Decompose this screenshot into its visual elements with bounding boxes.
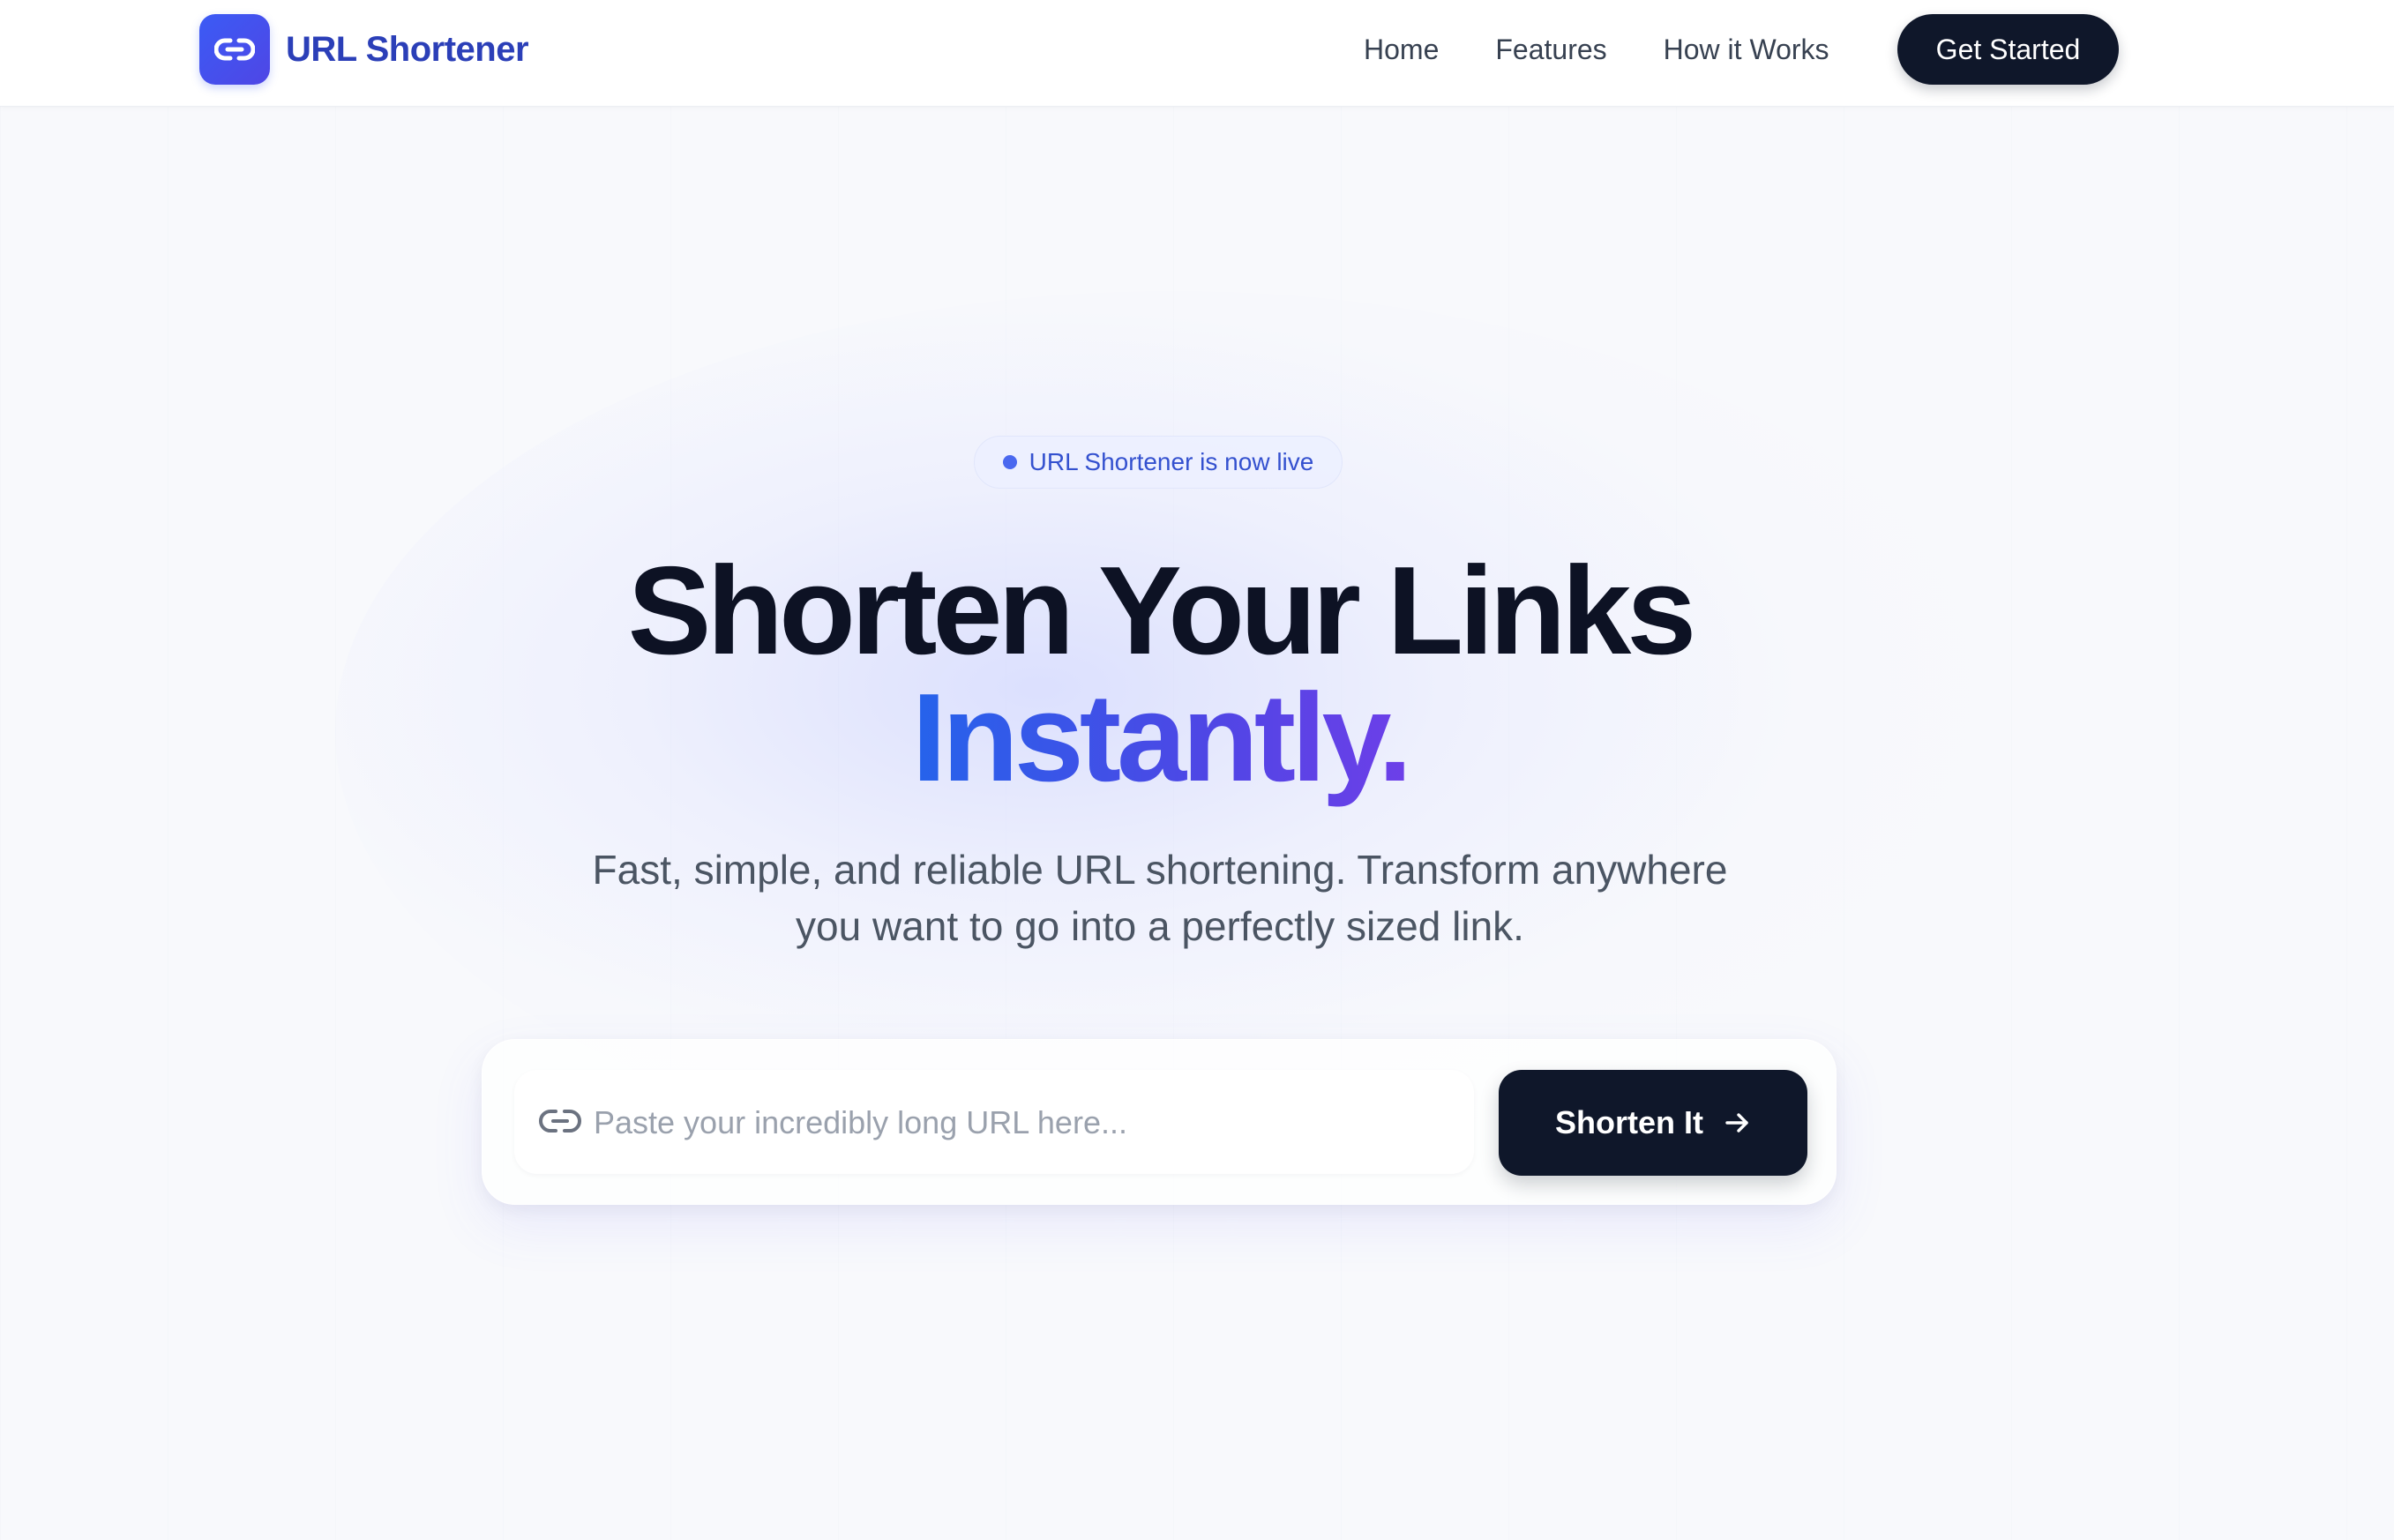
brand-home-link[interactable]: URL Shortener (199, 14, 529, 85)
hero-headline-highlight: Instantly. (911, 668, 1413, 808)
brand-name: URL Shortener (286, 29, 529, 69)
link-icon (539, 1110, 581, 1133)
hero-headline-line2: Instantly. (0, 672, 2320, 804)
shorten-it-button[interactable]: Shorten It (1499, 1070, 1807, 1176)
top-navbar: URL Shortener Home Features How it Works… (0, 0, 2394, 107)
live-status-badge: URL Shortener is now live (974, 436, 1343, 489)
url-input[interactable] (592, 1070, 1460, 1176)
nav-link-how-it-works[interactable]: How it Works (1664, 34, 1829, 66)
hero-subtitle-line2: you want to go into a perfectly sized li… (796, 903, 1524, 949)
main-nav: Home Features How it Works (1364, 14, 1886, 85)
hero-subtitle-line1: Fast, simple, and reliable URL shortenin… (592, 847, 1728, 893)
shorten-form: Shorten It (482, 1039, 1837, 1205)
hero-subtitle: Fast, simple, and reliable URL shortenin… (0, 841, 2320, 954)
nav-link-features[interactable]: Features (1495, 34, 1606, 66)
arrow-right-icon (1725, 1113, 1748, 1133)
url-input-container (514, 1070, 1474, 1176)
shorten-it-label: Shorten It (1555, 1104, 1703, 1140)
nav-link-home[interactable]: Home (1364, 34, 1439, 66)
link-icon (214, 38, 255, 61)
hero-headline-line1: Shorten Your Links (627, 541, 1697, 681)
get-started-button[interactable]: Get Started (1897, 14, 2119, 85)
status-dot-icon (1002, 455, 1017, 469)
badge-text: URL Shortener is now live (1029, 448, 1314, 475)
logo (199, 14, 270, 85)
